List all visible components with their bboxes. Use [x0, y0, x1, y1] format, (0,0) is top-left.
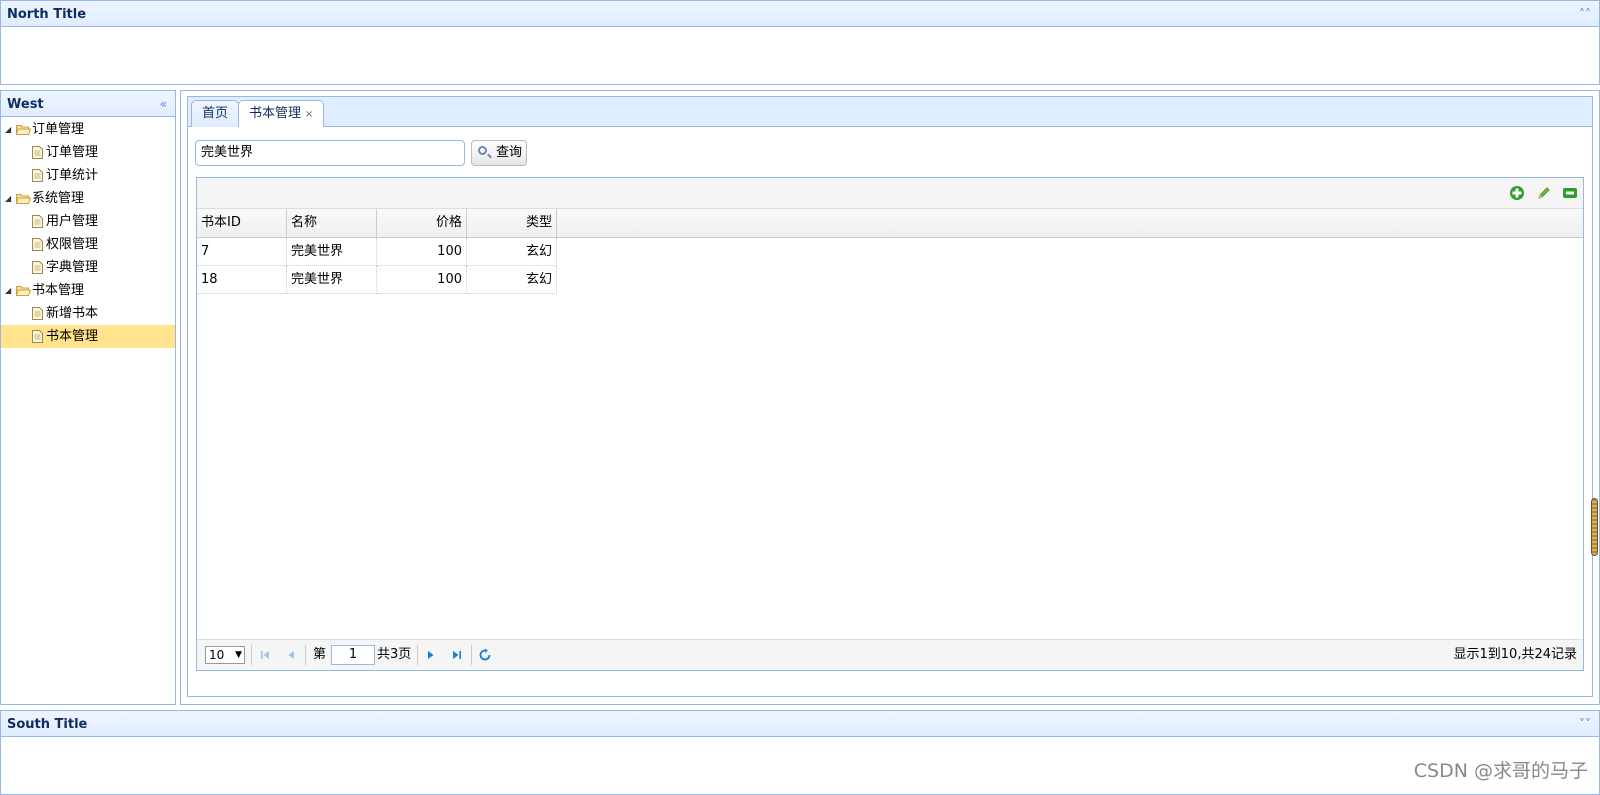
watermark: CSDN @求哥的马子 [1413, 760, 1588, 782]
search-input[interactable]: 完美世界 [195, 140, 465, 166]
cell-type: 玄幻 [467, 266, 557, 294]
tree-node-label: 书本管理 [46, 329, 99, 344]
cell-price: 100 [377, 266, 467, 294]
tree-node[interactable]: 订单管理 [1, 141, 175, 164]
page-size-value: 10 [209, 648, 225, 662]
file-icon [32, 169, 43, 182]
tree-node[interactable]: 权限管理 [1, 233, 175, 256]
chevron-down-icon: ▼ [235, 650, 242, 660]
remove-icon[interactable] [1562, 185, 1578, 201]
table-row[interactable]: 7 完美世界 100 玄幻 [197, 238, 557, 266]
search-icon [478, 146, 487, 155]
tree-node[interactable]: ◢ 书本管理 [1, 279, 175, 302]
tree-node[interactable]: 新增书本 [1, 302, 175, 325]
pager-separator [251, 645, 252, 665]
pagination-bar: 10 ▼ 第 1 共3页 显示1到10,共24记录 [197, 639, 1583, 670]
cell-name: 完美世界 [287, 266, 377, 294]
tab-home-label: 首页 [202, 106, 229, 121]
file-icon [32, 330, 43, 343]
page-number-input[interactable]: 1 [331, 645, 375, 665]
west-panel-header: West « [0, 90, 176, 117]
north-panel-header: North Title ˄˄ [0, 0, 1600, 27]
tree-node-label: 订单统计 [46, 168, 99, 183]
tree-node[interactable]: 用户管理 [1, 210, 175, 233]
page-prefix: 第 [313, 647, 327, 662]
south-title: South Title [7, 717, 88, 732]
tab-home[interactable]: 首页 [191, 100, 240, 128]
folder-open-icon [16, 286, 31, 296]
tree-node[interactable]: ◢ 订单管理 [1, 118, 175, 141]
column-header-type[interactable]: 类型 [467, 209, 557, 237]
cell-id: 18 [197, 266, 287, 294]
folder-open-icon [16, 194, 31, 204]
expand-toggle-icon[interactable]: ◢ [5, 187, 15, 210]
next-page-icon[interactable] [424, 648, 438, 662]
north-panel-body [0, 27, 1600, 85]
search-button[interactable]: 查询 [471, 140, 527, 166]
column-header-id[interactable]: 书本ID [197, 209, 287, 237]
pager-separator [305, 645, 306, 665]
tree-node-label: 书本管理 [32, 283, 85, 298]
add-icon[interactable] [1509, 185, 1525, 201]
file-icon [32, 261, 43, 274]
total-pages: 共3页 [377, 647, 412, 662]
cell-name: 完美世界 [287, 238, 377, 266]
west-title: West [7, 97, 44, 112]
cell-type: 玄幻 [467, 238, 557, 266]
tree-node[interactable]: ◢ 系统管理 [1, 187, 175, 210]
collapse-left-icon[interactable]: « [160, 91, 167, 118]
expand-toggle-icon[interactable]: ◢ [5, 118, 15, 141]
tree-node[interactable]: 书本管理 [1, 325, 175, 348]
previous-page-icon[interactable] [284, 648, 298, 662]
tree-node-label: 权限管理 [46, 237, 99, 252]
tree-node[interactable]: 字典管理 [1, 256, 175, 279]
cell-id: 7 [197, 238, 287, 266]
grid-toolbar [197, 178, 1583, 209]
column-header-name[interactable]: 名称 [287, 209, 377, 237]
column-header-price[interactable]: 价格 [377, 209, 467, 237]
tree-node-label: 新增书本 [46, 306, 99, 321]
west-panel-body: ◢ 订单管理 订单管理 订单统计 ◢ 系统管理 用户管理 权限管理 字典管理 ◢ 书本管理 新增书本书… [0, 117, 176, 705]
north-title: North Title [7, 7, 87, 22]
collapse-down-icon[interactable]: ˅˅ [1579, 711, 1591, 738]
search-button-label: 查询 [496, 145, 523, 160]
file-icon [32, 238, 43, 251]
file-icon [32, 307, 43, 320]
south-panel-body [0, 737, 1600, 795]
book-grid: 书本ID 名称 价格 类型 7 完美世界 100 玄幻 18 完美世界 100 … [196, 177, 1584, 671]
folder-open-icon [16, 125, 31, 135]
refresh-icon[interactable] [478, 648, 492, 662]
tree-node-label: 订单管理 [46, 145, 99, 160]
pager-info: 显示1到10,共24记录 [1453, 647, 1578, 662]
file-icon [32, 215, 43, 228]
tree-node[interactable]: 订单统计 [1, 164, 175, 187]
pager-separator [417, 645, 418, 665]
tree-node-label: 用户管理 [46, 214, 99, 229]
file-icon [32, 146, 43, 159]
tree-node-label: 字典管理 [46, 260, 99, 275]
page-size-select[interactable]: 10 ▼ [205, 646, 245, 664]
cell-price: 100 [377, 238, 467, 266]
pager-separator [471, 645, 472, 665]
tree-node-label: 订单管理 [32, 122, 85, 137]
south-panel-header: South Title ˅˅ [0, 710, 1600, 737]
table-row[interactable]: 18 完美世界 100 玄幻 [197, 266, 557, 294]
first-page-icon[interactable] [258, 648, 272, 662]
grid-header-row: 书本ID 名称 价格 类型 [197, 209, 1583, 238]
tree-node-label: 系统管理 [32, 191, 85, 206]
tab-book-management-label: 书本管理 [249, 106, 302, 121]
tab-book-management[interactable]: 书本管理 × [238, 100, 325, 129]
tabs-header: 首页 书本管理 × [187, 96, 1593, 129]
expand-toggle-icon[interactable]: ◢ [5, 279, 15, 302]
edit-icon[interactable] [1536, 185, 1552, 201]
collapse-up-icon[interactable]: ˄˄ [1579, 1, 1591, 28]
tab-close-icon[interactable]: × [305, 109, 313, 120]
page-scrollbar[interactable] [1591, 498, 1598, 556]
last-page-icon[interactable] [450, 648, 464, 662]
